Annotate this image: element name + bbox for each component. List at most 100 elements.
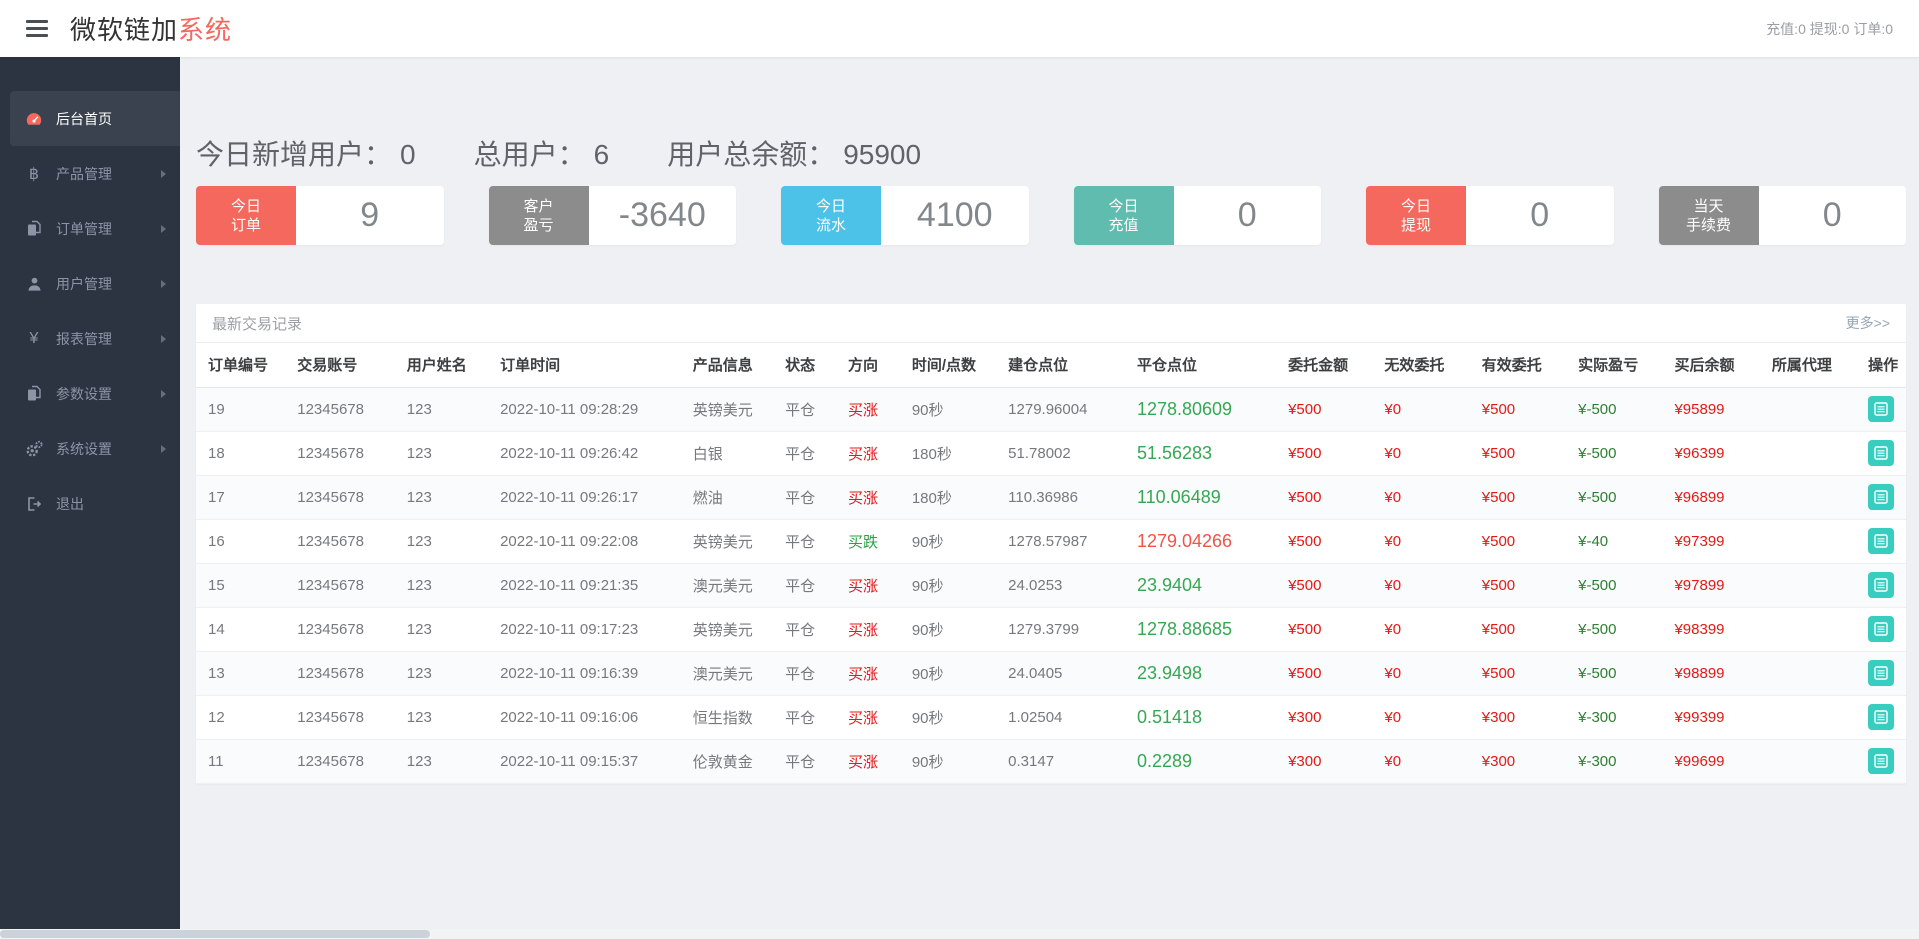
cell-direction: 买涨 (835, 563, 900, 608)
cell-direction: 买涨 (835, 431, 900, 476)
row-detail-button[interactable] (1868, 440, 1895, 466)
cell-id: 14 (196, 607, 286, 652)
cell-agent (1759, 607, 1857, 652)
row-detail-button[interactable] (1868, 660, 1895, 686)
row-detail-button[interactable] (1868, 396, 1895, 422)
cell-amount: ¥500 (1276, 475, 1373, 520)
stat-card: 今日 提现 0 (1366, 186, 1614, 245)
stat-card: 客户 盈亏 -3640 (488, 186, 736, 245)
cell-invalid: ¥0 (1372, 519, 1470, 564)
cell-amount: ¥500 (1276, 651, 1373, 696)
cell-duration: 90秒 (899, 563, 997, 608)
cell-account: 12345678 (285, 519, 395, 564)
cell-agent (1759, 695, 1857, 740)
cell-profit: ¥-40 (1566, 519, 1663, 564)
cell-account: 12345678 (285, 475, 395, 520)
cell-id: 17 (196, 475, 286, 520)
stat-cards: 今日 订单 9 客户 盈亏 -3640 今日 流水 4100 今日 充值 0 今日 提现 0 当天 手续费 0 (196, 186, 1906, 245)
cell-valid: ¥300 (1469, 695, 1567, 740)
column-header-op: 操作 (1856, 343, 1906, 388)
cell-open: 1.02504 (996, 695, 1125, 740)
sidebar-item-label: 系统设置 (56, 440, 112, 457)
sidebar-item-order[interactable]: 订单管理 (0, 201, 180, 256)
cell-duration: 90秒 (899, 695, 997, 740)
cell-amount: ¥500 (1276, 387, 1373, 432)
table-row: 16 12345678 123 2022-10-11 09:22:08 英镑美元 平仓 买跌… (196, 519, 1906, 564)
bitcoin-icon: ฿ (28, 165, 40, 183)
cell-valid: ¥500 (1469, 563, 1567, 608)
cell-id: 12 (196, 695, 286, 740)
cell-op (1856, 431, 1906, 476)
cell-account: 12345678 (285, 387, 395, 432)
row-detail-button[interactable] (1868, 748, 1895, 774)
sidebar-item-system[interactable]: 系统设置 (0, 421, 180, 476)
more-link[interactable]: 更多>> (1846, 313, 1890, 333)
scrollbar-thumb[interactable] (0, 930, 430, 938)
row-detail-button[interactable] (1868, 704, 1895, 730)
summary-label: 用户总余额： (667, 139, 836, 170)
summary-item: 用户总余额： 95900 (667, 133, 921, 173)
cell-direction: 买跌 (835, 519, 900, 564)
cell-status: 平仓 (773, 563, 836, 608)
cell-balance: ¥98399 (1662, 607, 1760, 652)
stat-card: 今日 流水 4100 (781, 186, 1029, 245)
cell-account: 12345678 (285, 695, 395, 740)
cell-time: 2022-10-11 09:17:23 (488, 607, 681, 652)
cell-profit: ¥-500 (1566, 563, 1663, 608)
stat-card: 今日 订单 9 (196, 186, 444, 245)
main-content: 今日新增用户： 0 总用户： 6 用户总余额： 95900 今日 订单 9 客户 盈亏 -3640 今… (180, 57, 1919, 929)
cell-open: 1279.96004 (996, 387, 1125, 432)
horizontal-scrollbar[interactable] (0, 929, 1919, 939)
cell-open: 51.78002 (996, 431, 1125, 476)
sidebar-item-params[interactable]: 参数设置 (0, 366, 180, 421)
column-header-agent: 所属代理 (1759, 343, 1857, 388)
stat-card-value: 9 (360, 196, 380, 234)
cell-duration: 90秒 (899, 519, 997, 564)
cell-close: 0.51418 (1124, 695, 1277, 740)
list-icon (1874, 490, 1888, 504)
cell-product: 燃油 (680, 475, 774, 520)
cell-direction: 买涨 (835, 739, 900, 784)
cell-name: 123 (394, 563, 489, 608)
cell-id: 18 (196, 431, 286, 476)
cell-close: 23.9404 (1124, 563, 1277, 608)
cell-open: 24.0405 (996, 651, 1125, 696)
trades-panel: 最新交易记录 更多>> 订单编号 交易账号 用户姓名 订单时间 产品信息 状态 方向 时间/点… (196, 304, 1906, 784)
app-title-main: 微软链加 (70, 15, 179, 45)
cell-status: 平仓 (773, 431, 836, 476)
list-icon (1874, 446, 1888, 460)
sidebar-item-label: 后台首页 (56, 110, 112, 127)
cell-invalid: ¥0 (1372, 739, 1470, 784)
cell-profit: ¥-300 (1566, 739, 1663, 784)
cell-agent (1759, 651, 1857, 696)
cell-name: 123 (394, 651, 489, 696)
sidebar-item-home[interactable]: 后台首页 (10, 91, 180, 146)
cell-valid: ¥500 (1469, 607, 1567, 652)
cell-duration: 90秒 (899, 739, 997, 784)
sidebar-item-report[interactable]: ¥ 报表管理 (0, 311, 180, 366)
sidebar-item-logout[interactable]: 退出 (0, 476, 180, 531)
cell-valid: ¥500 (1469, 475, 1567, 520)
cell-valid: ¥500 (1469, 519, 1567, 564)
chevron-right-icon (161, 224, 166, 233)
row-detail-button[interactable] (1868, 616, 1895, 642)
cell-time: 2022-10-11 09:28:29 (488, 387, 681, 432)
logout-icon (22, 496, 46, 512)
column-header-profit: 实际盈亏 (1566, 343, 1663, 388)
column-header-id: 订单编号 (196, 343, 286, 388)
sidebar-item-product[interactable]: ฿ 产品管理 (0, 146, 180, 201)
row-detail-button[interactable] (1868, 572, 1895, 598)
row-detail-button[interactable] (1868, 484, 1895, 510)
menu-toggle-icon[interactable] (26, 20, 48, 37)
cell-status: 平仓 (773, 607, 836, 652)
row-detail-button[interactable] (1868, 528, 1895, 554)
cell-open: 1279.3799 (996, 607, 1125, 652)
cell-agent (1759, 563, 1857, 608)
sidebar-item-user[interactable]: 用户管理 (0, 256, 180, 311)
cell-balance: ¥96399 (1662, 431, 1760, 476)
yen-icon: ¥ (29, 329, 39, 347)
table-row: 17 12345678 123 2022-10-11 09:26:17 燃油 平仓 买涨 18… (196, 475, 1906, 520)
cell-product: 英镑美元 (680, 519, 774, 564)
chevron-right-icon (161, 334, 166, 343)
cell-invalid: ¥0 (1372, 431, 1470, 476)
